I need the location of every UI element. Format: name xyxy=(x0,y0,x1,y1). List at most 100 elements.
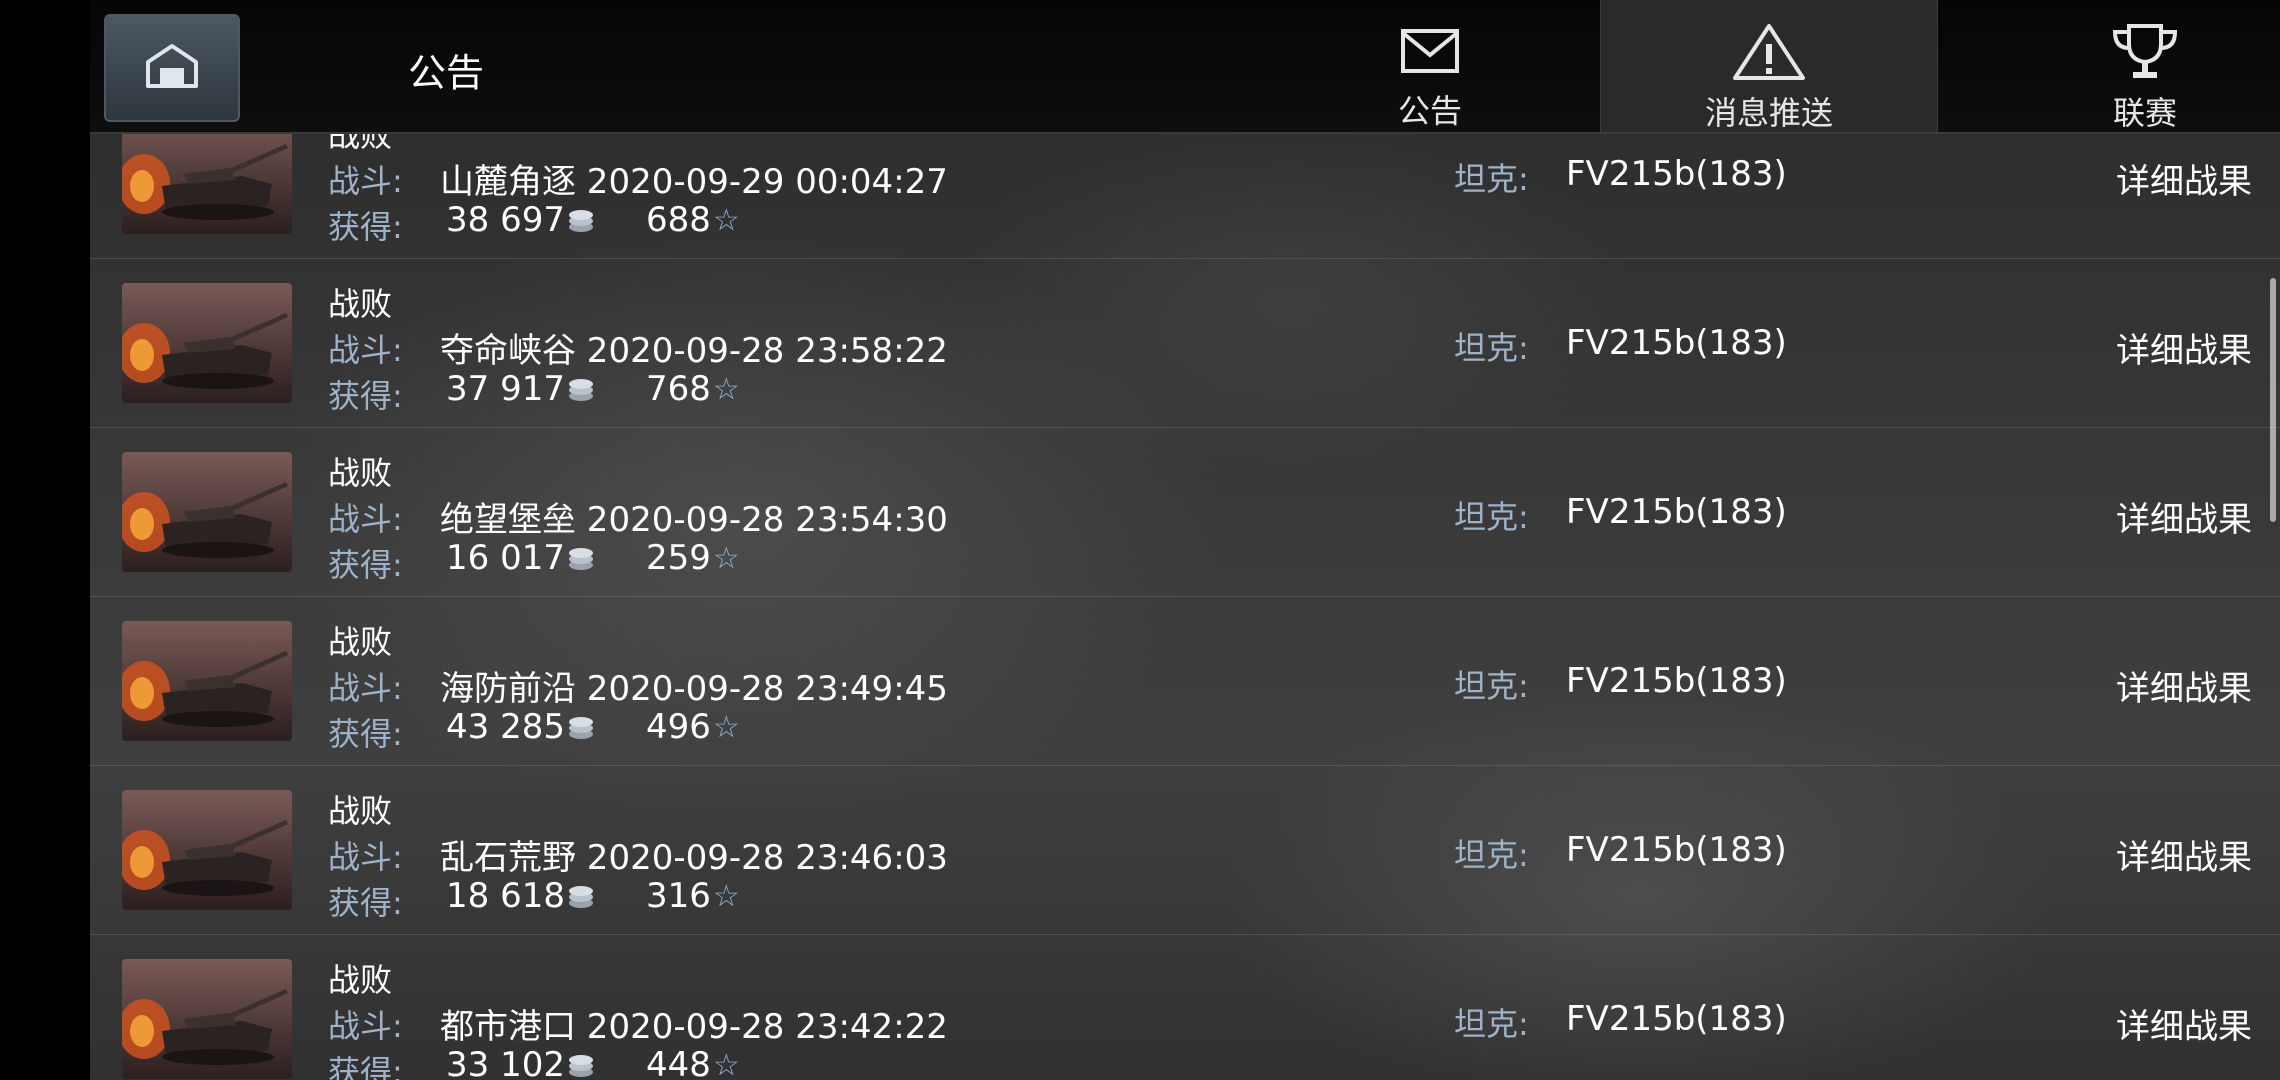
battle-label: 战斗: xyxy=(328,669,403,707)
xp-value: 448 xyxy=(646,1045,711,1080)
details-button[interactable]: 详细战果 xyxy=(2116,661,2252,710)
app-screen: 公告 公告 消息推送 联赛 战败 战斗: 山麓角逐 2020-09-29 00:… xyxy=(90,0,2280,1080)
details-button[interactable]: 详细战果 xyxy=(2116,323,2252,372)
tank-label: 坦克: xyxy=(1454,836,1529,874)
credits-value: 38 697 xyxy=(446,200,565,240)
battle-result-list[interactable]: 战败 战斗: 山麓角逐 2020-09-29 00:04:27 获得: 38 6… xyxy=(90,134,2280,1080)
tab-label: 公告 xyxy=(1397,92,1462,130)
battle-map-time: 海防前沿 2020-09-28 23:49:45 xyxy=(440,669,948,709)
xp-value: 496 xyxy=(646,707,711,747)
details-button[interactable]: 详细战果 xyxy=(2116,492,2252,541)
battle-label: 战斗: xyxy=(328,162,403,200)
list-item: 战败 战斗: 山麓角逐 2020-09-29 00:04:27 获得: 38 6… xyxy=(90,134,2280,259)
tank-label: 坦克: xyxy=(1454,160,1529,198)
tab-league[interactable]: 联赛 xyxy=(2000,0,2280,132)
star-icon: ☆ xyxy=(712,202,740,238)
credits-earned: 43 285 xyxy=(446,707,595,747)
warning-icon xyxy=(1731,22,1807,82)
xp-earned: 688 ☆ xyxy=(646,200,740,240)
scrollbar[interactable] xyxy=(2270,278,2276,522)
tank-name: FV215b(183) xyxy=(1566,661,1787,701)
tank-name: FV215b(183) xyxy=(1566,492,1787,532)
list-item: 战败 战斗: 海防前沿 2020-09-28 23:49:45 获得: 43 2… xyxy=(90,597,2280,766)
list-item: 战败 战斗: 夺命峡谷 2020-09-28 23:58:22 获得: 37 9… xyxy=(90,259,2280,428)
tank-name: FV215b(183) xyxy=(1566,830,1787,870)
list-item: 战败 战斗: 绝望堡垒 2020-09-28 23:54:30 获得: 16 0… xyxy=(90,428,2280,597)
list-item: 战败 战斗: 乱石荒野 2020-09-28 23:46:03 获得: 18 6… xyxy=(90,766,2280,935)
tab-announcement[interactable]: 公告 xyxy=(1330,0,1530,132)
credits-earned: 33 102 xyxy=(446,1045,595,1080)
earned-label: 获得: xyxy=(328,208,403,246)
battle-label: 战斗: xyxy=(328,331,403,369)
details-button[interactable]: 详细战果 xyxy=(2116,154,2252,203)
top-bar: 公告 公告 消息推送 联赛 xyxy=(90,0,2280,134)
tank-thumbnail xyxy=(122,452,292,572)
xp-earned: 496 ☆ xyxy=(646,707,740,747)
credits-earned: 18 618 xyxy=(446,876,595,916)
home-button[interactable] xyxy=(104,14,240,122)
battle-result: 战败 xyxy=(328,961,393,999)
tank-thumbnail xyxy=(122,283,292,403)
star-icon: ☆ xyxy=(712,709,740,745)
battle-result: 战败 xyxy=(328,285,393,323)
tank-thumbnail xyxy=(122,959,292,1079)
battle-result: 战败 xyxy=(328,454,393,492)
credits-value: 16 017 xyxy=(446,538,565,578)
battle-result: 战败 xyxy=(328,134,393,154)
battle-label: 战斗: xyxy=(328,838,403,876)
battle-map-time: 绝望堡垒 2020-09-28 23:54:30 xyxy=(440,500,948,540)
xp-value: 316 xyxy=(646,876,711,916)
tank-label: 坦克: xyxy=(1454,667,1529,705)
silver-coin-icon xyxy=(567,376,595,402)
xp-earned: 448 ☆ xyxy=(646,1045,740,1080)
credits-value: 33 102 xyxy=(446,1045,565,1080)
earned-label: 获得: xyxy=(328,377,403,415)
list-item: 战败 战斗: 都市港口 2020-09-28 23:42:22 获得: 33 1… xyxy=(90,935,2280,1080)
tank-label: 坦克: xyxy=(1454,1005,1529,1043)
tab-label: 消息推送 xyxy=(1704,94,1833,132)
star-icon: ☆ xyxy=(712,1047,740,1080)
xp-earned: 316 ☆ xyxy=(646,876,740,916)
credits-earned: 38 697 xyxy=(446,200,595,240)
credits-earned: 37 917 xyxy=(446,369,595,409)
tank-thumbnail xyxy=(122,790,292,910)
battle-map-time: 夺命峡谷 2020-09-28 23:58:22 xyxy=(440,331,948,371)
tank-thumbnail xyxy=(122,621,292,741)
xp-earned: 259 ☆ xyxy=(646,538,740,578)
battle-result: 战败 xyxy=(328,792,393,830)
silver-coin-icon xyxy=(567,883,595,909)
tank-name: FV215b(183) xyxy=(1566,323,1787,363)
star-icon: ☆ xyxy=(712,540,740,576)
battle-label: 战斗: xyxy=(328,1007,403,1045)
star-icon: ☆ xyxy=(712,371,740,407)
battle-map-time: 乱石荒野 2020-09-28 23:46:03 xyxy=(440,838,948,878)
tank-name: FV215b(183) xyxy=(1566,999,1787,1039)
tab-messages[interactable]: 消息推送 xyxy=(1600,0,1938,132)
details-button[interactable]: 详细战果 xyxy=(2116,830,2252,879)
battle-map-time: 山麓角逐 2020-09-29 00:04:27 xyxy=(440,162,948,202)
xp-earned: 768 ☆ xyxy=(646,369,740,409)
details-button[interactable]: 详细战果 xyxy=(2116,999,2252,1048)
tank-name: FV215b(183) xyxy=(1566,154,1787,194)
xp-value: 259 xyxy=(646,538,711,578)
earned-label: 获得: xyxy=(328,715,403,753)
tank-thumbnail xyxy=(122,134,292,234)
earned-label: 获得: xyxy=(328,1053,403,1080)
silver-coin-icon xyxy=(567,714,595,740)
battle-result: 战败 xyxy=(328,623,393,661)
tank-label: 坦克: xyxy=(1454,329,1529,367)
credits-value: 43 285 xyxy=(446,707,565,747)
silver-coin-icon xyxy=(567,545,595,571)
silver-coin-icon xyxy=(567,207,595,233)
credits-value: 18 618 xyxy=(446,876,565,916)
credits-value: 37 917 xyxy=(446,369,565,409)
mail-icon xyxy=(1399,22,1461,80)
page-title: 公告 xyxy=(408,51,485,95)
tank-label: 坦克: xyxy=(1454,498,1529,536)
star-icon: ☆ xyxy=(712,878,740,914)
earned-label: 获得: xyxy=(328,884,403,922)
xp-value: 688 xyxy=(646,200,711,240)
trophy-icon xyxy=(2107,22,2183,82)
garage-icon xyxy=(142,40,202,96)
tab-label: 联赛 xyxy=(2112,94,2177,132)
